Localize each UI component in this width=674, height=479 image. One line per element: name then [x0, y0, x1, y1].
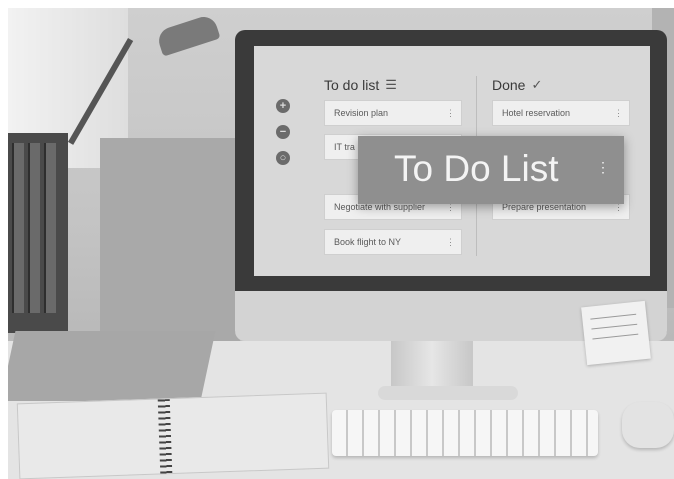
dragged-title-card[interactable]: To Do List ⋮: [358, 136, 624, 204]
folder: [8, 331, 216, 401]
binder: [28, 143, 40, 313]
binder: [12, 143, 24, 313]
done-column: Done ✓ Hotel reservation ⋮ Prepare prese…: [492, 74, 632, 220]
kebab-menu-icon[interactable]: ⋮: [596, 159, 610, 176]
desk-lamp: [155, 13, 221, 57]
todo-app-screen: + − ○ To do list ☰ Revision plan ⋮ IT tr…: [254, 46, 650, 276]
notebook-spiral: [157, 399, 173, 476]
spiral-notebook: [16, 392, 330, 479]
monitor-stand-base: [378, 386, 518, 400]
circle-icon[interactable]: ○: [276, 151, 290, 165]
done-column-title: Done: [492, 77, 526, 93]
list-icon: ☰: [385, 77, 397, 92]
checkmark-icon: ✓: [531, 77, 543, 92]
handwriting-line: [591, 323, 638, 330]
card-menu-icon[interactable]: ⋮: [446, 230, 455, 254]
photo: + − ○ To do list ☰ Revision plan ⋮ IT tr…: [8, 8, 674, 479]
keyboard: [332, 410, 598, 456]
binder-shelf: [8, 133, 68, 333]
overlay-title: To Do List: [394, 148, 559, 189]
add-icon[interactable]: +: [276, 99, 290, 113]
back-cabinet: [100, 138, 240, 343]
todo-column-header: To do list ☰: [324, 74, 464, 96]
side-toolbar: + − ○: [276, 99, 296, 177]
remove-icon[interactable]: −: [276, 125, 290, 139]
sticky-note: [581, 300, 651, 366]
monitor-stand: [391, 341, 473, 389]
done-card[interactable]: Hotel reservation ⋮: [492, 100, 630, 126]
handwriting-line: [592, 333, 639, 340]
todo-card[interactable]: Book flight to NY ⋮: [324, 229, 462, 255]
handwriting-line: [590, 313, 637, 320]
todo-column-title: To do list: [324, 77, 380, 93]
todo-card[interactable]: Revision plan ⋮: [324, 100, 462, 126]
card-menu-icon[interactable]: ⋮: [446, 101, 455, 125]
todo-column: To do list ☰ Revision plan ⋮ IT tra Nego…: [324, 74, 464, 255]
binder: [44, 143, 56, 313]
card-menu-icon[interactable]: ⋮: [614, 101, 623, 125]
mouse: [622, 402, 674, 448]
done-column-header: Done ✓: [492, 74, 632, 96]
